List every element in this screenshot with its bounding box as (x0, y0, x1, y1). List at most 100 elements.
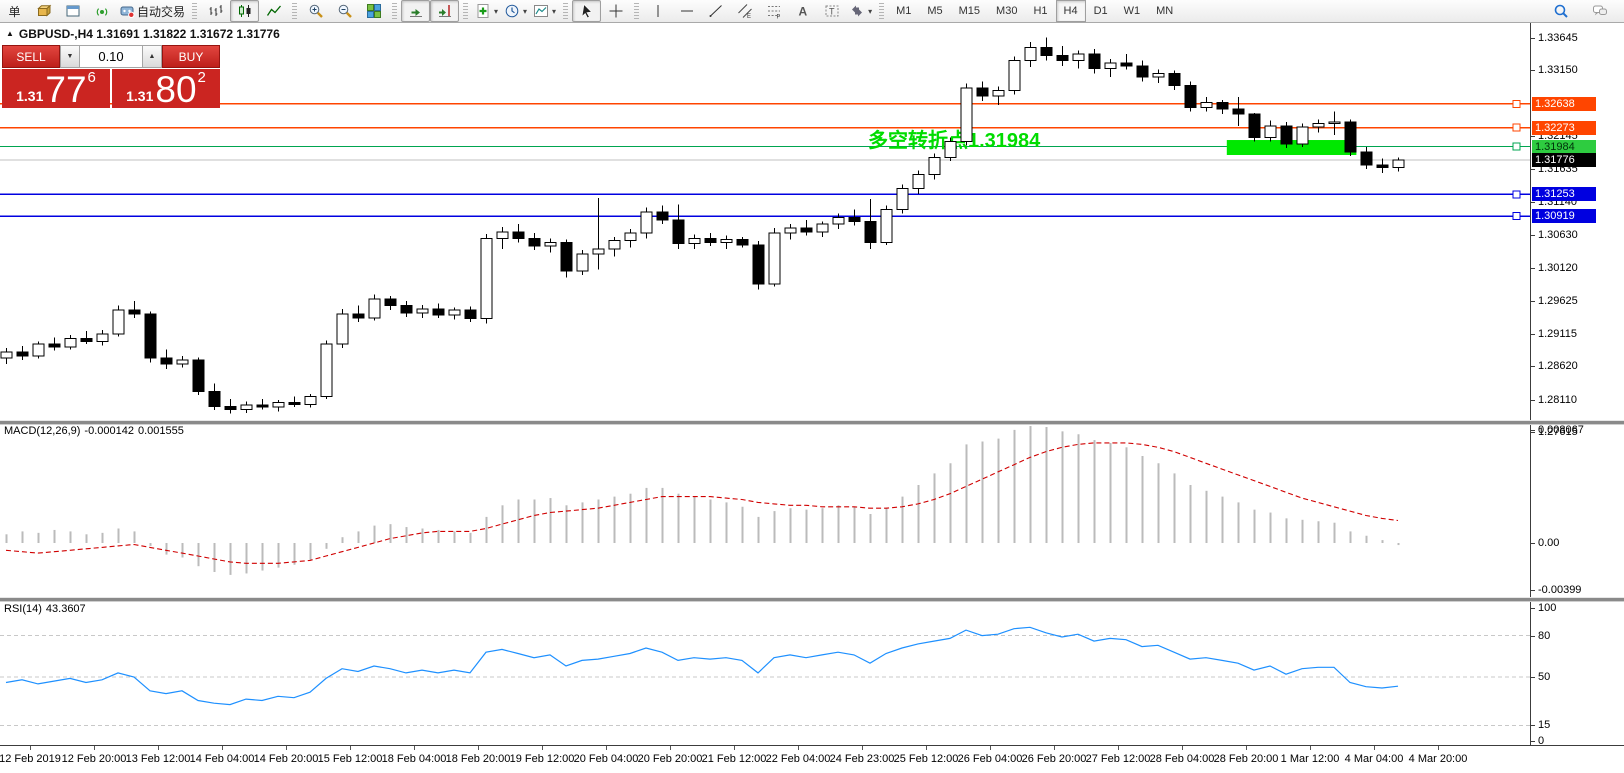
timeframe-button-m1[interactable]: M1 (888, 0, 919, 22)
volume-up-button[interactable]: ▲ (142, 45, 162, 68)
sell-price-display[interactable]: 1.31 77 6 (2, 69, 110, 108)
timeframe-button-mn[interactable]: MN (1148, 0, 1181, 22)
toolbar-grip-3[interactable] (392, 3, 398, 19)
candle-body (400, 305, 413, 314)
price-badge-1.32638: 1.32638 (1532, 96, 1596, 111)
candle-body (800, 227, 813, 233)
indicators-button[interactable]: ▾ (472, 0, 501, 22)
price-badge-1.32273: 1.32273 (1532, 120, 1596, 135)
candle-body (544, 241, 557, 247)
volume-down-button[interactable]: ▼ (60, 45, 80, 68)
cursor-tool-button[interactable] (572, 0, 602, 22)
candle-body (368, 298, 381, 319)
time-tick (414, 746, 415, 750)
sell-price-sup: 6 (87, 69, 96, 86)
fibonacci-tool-button[interactable]: F (759, 0, 788, 22)
candle-body (528, 237, 541, 247)
timeframe-button-m15[interactable]: M15 (951, 0, 988, 22)
toolbar-grip-1[interactable] (192, 3, 198, 19)
price-axis[interactable]: 1.33645 1.33150 1.32145 1.31635 1.31140 … (1530, 22, 1624, 747)
hline-handle-1.31984[interactable] (1512, 142, 1521, 151)
signal-icon-button[interactable] (87, 0, 116, 22)
buy-button[interactable]: BUY (162, 45, 220, 68)
bar-chart-button[interactable] (201, 0, 230, 22)
timeframe-button-h4[interactable]: H4 (1055, 0, 1086, 22)
candle-body (64, 337, 77, 348)
gold-box-icon-button[interactable] (29, 0, 58, 22)
time-tick (1246, 746, 1247, 750)
time-tick (542, 746, 543, 750)
timeframe-button-d1[interactable]: D1 (1086, 0, 1116, 22)
candle-body (992, 90, 1005, 97)
price-tick-label: 1.28110 (1538, 393, 1577, 406)
time-label: 1 Mar 12:00 (1280, 753, 1340, 765)
chart-shift-button[interactable] (430, 0, 460, 22)
axis-tick (1531, 366, 1535, 368)
candlestick-chart-button[interactable] (230, 0, 260, 22)
text-label-tool-button[interactable]: T (817, 0, 846, 22)
zoom-out-button[interactable] (330, 0, 359, 22)
candle-body (1392, 159, 1405, 169)
separator-macd-rsi[interactable] (0, 597, 1624, 602)
toolbar-right-group (1546, 0, 1624, 22)
hline-handle-1.30919[interactable] (1512, 212, 1521, 221)
time-label: 21 Feb 12:00 (701, 753, 767, 765)
auto-scroll-button[interactable] (401, 0, 431, 22)
arrows-tool-button[interactable]: ▾ (846, 0, 875, 22)
tile-windows-button[interactable] (359, 0, 388, 22)
time-label: 18 Feb 20:00 (445, 753, 511, 765)
candle-body (912, 173, 925, 190)
toolbar-grip-5[interactable] (563, 3, 569, 19)
buy-price-display[interactable]: 1.31 80 2 (112, 69, 220, 108)
hline-handle-1.32273[interactable] (1512, 123, 1521, 132)
chevron-down-icon: ▾ (523, 6, 528, 16)
hline-handle-1.32638[interactable] (1512, 99, 1521, 108)
timeframe-button-m5[interactable]: M5 (919, 0, 950, 22)
candle-body (16, 351, 29, 357)
candle-body (1024, 46, 1037, 62)
separator-main-macd[interactable] (0, 420, 1624, 425)
time-label: 24 Feb 23:00 (829, 753, 895, 765)
hline-handle-1.31253[interactable] (1512, 190, 1521, 199)
sell-button[interactable]: SELL (2, 45, 60, 68)
timeframe-button-m30[interactable]: M30 (988, 0, 1025, 22)
new-order-button[interactable]: 单 (0, 0, 29, 22)
candle-body (608, 239, 621, 250)
toolbar-grip-7[interactable] (879, 3, 885, 19)
axis-tick (1531, 430, 1535, 431)
chat-button[interactable] (1585, 0, 1614, 22)
chart-canvas[interactable]: 多空转折点1.31984 (0, 0, 1530, 773)
candle-body (1296, 126, 1309, 145)
zoom-in-button[interactable] (301, 0, 330, 22)
templates-button[interactable]: ▾ (530, 0, 559, 22)
time-label: 19 Feb 12:00 (509, 753, 575, 765)
vertical-line-tool-button[interactable] (643, 0, 672, 22)
trendline-tool-button[interactable] (701, 0, 730, 22)
autotrading-button[interactable]: 自动交易 (116, 0, 188, 22)
equidistant-channel-tool-button[interactable]: E (730, 0, 759, 22)
time-label: 14 Feb 04:00 (189, 753, 255, 765)
toolbar-grip-4[interactable] (463, 3, 469, 19)
collapse-triangle-icon[interactable]: ▲ (6, 30, 14, 38)
horizontal-line-tool-button[interactable] (672, 0, 701, 22)
chart-window-icon-button[interactable] (58, 0, 87, 22)
toolbar-grip-2[interactable] (292, 3, 298, 19)
crosshair-tool-button[interactable] (601, 0, 630, 22)
candle-body (288, 401, 301, 405)
price-tick-label: 1.30120 (1538, 262, 1578, 275)
periods-button[interactable]: ▾ (501, 0, 530, 22)
toolbar-grip-6[interactable] (634, 3, 640, 19)
time-label: 28 Feb 20:00 (1213, 753, 1279, 765)
timeframe-button-h1[interactable]: H1 (1025, 0, 1055, 22)
axis-tick (1531, 608, 1535, 609)
time-axis[interactable]: 12 Feb 2019 12 Feb 20:00 13 Feb 12:00 14… (0, 746, 1530, 773)
time-label: 12 Feb 20:00 (61, 753, 127, 765)
line-chart-button[interactable] (259, 0, 288, 22)
volume-input[interactable]: 0.10 (80, 45, 142, 68)
candle-body (1264, 125, 1277, 139)
svg-text:A: A (798, 5, 807, 19)
candle-body (480, 237, 493, 320)
text-tool-button[interactable]: A (788, 0, 817, 22)
timeframe-button-w1[interactable]: W1 (1116, 0, 1149, 22)
search-button[interactable] (1546, 0, 1575, 22)
